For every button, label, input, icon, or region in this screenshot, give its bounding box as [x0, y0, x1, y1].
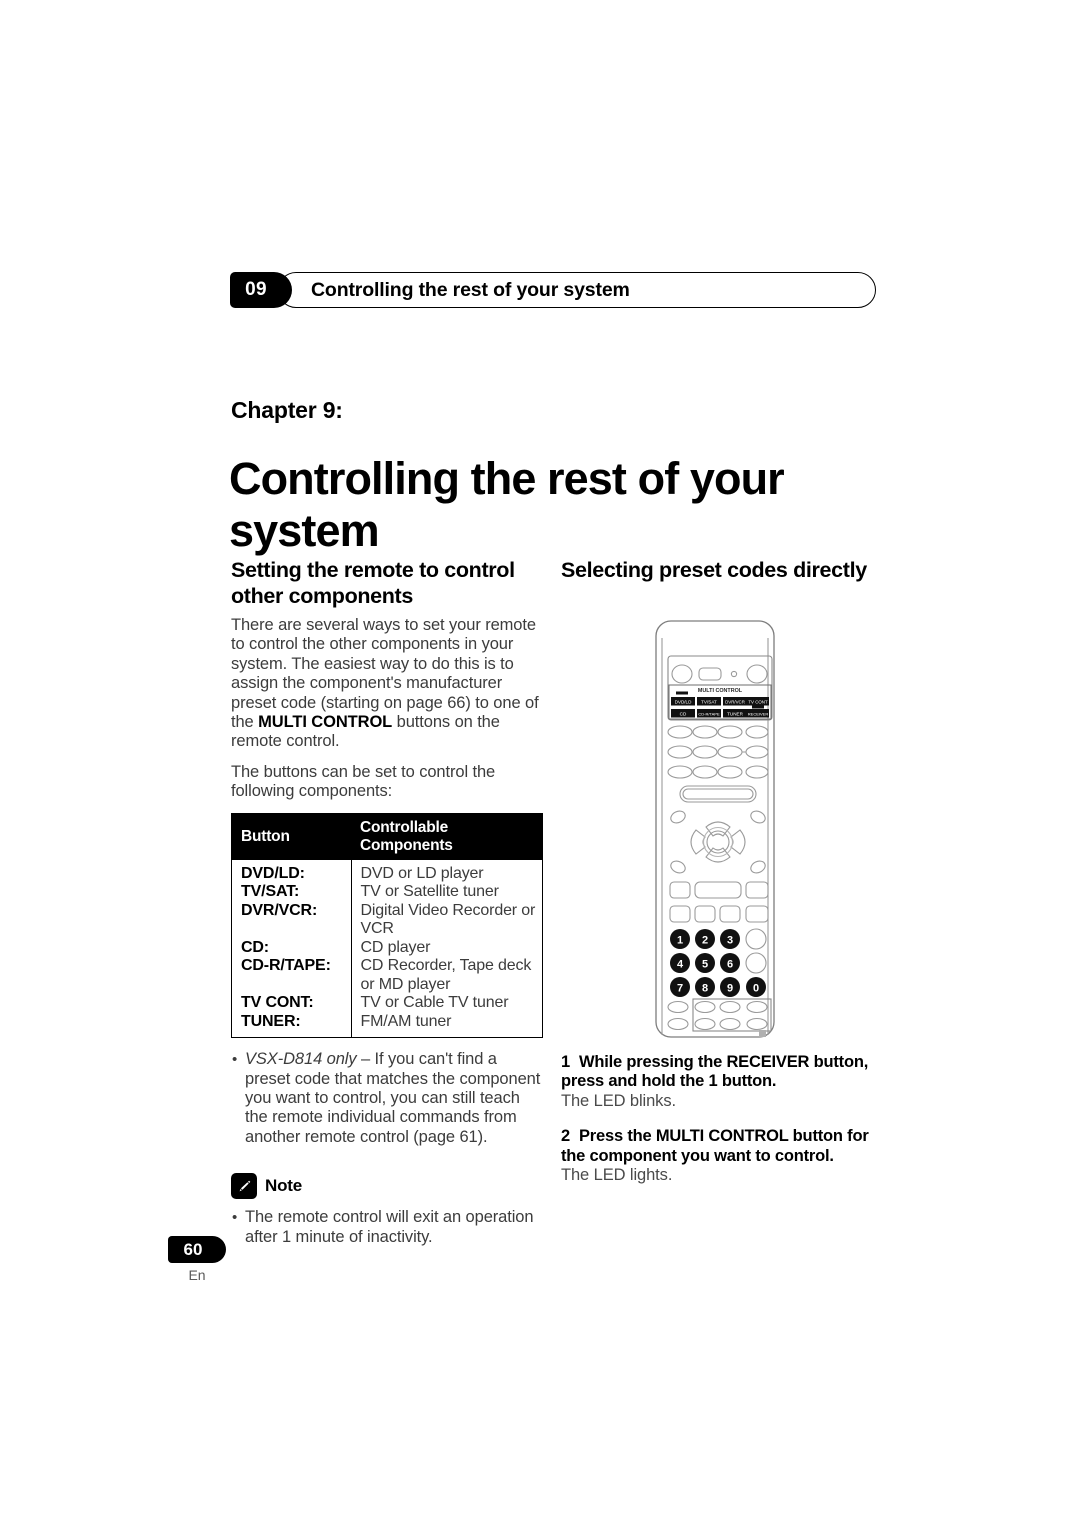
- table-cell-components: DVD or LD player: [360, 864, 484, 882]
- table-cell-button: CD-R/TAPE:: [231, 957, 352, 995]
- left-column: Setting the remote to control other comp…: [231, 557, 543, 1251]
- step-2-result: The LED lights.: [561, 1166, 673, 1185]
- running-header: 09 Controlling the rest of your system: [230, 272, 876, 308]
- remote-button-dvd-ld: DVD/LD: [675, 699, 693, 704]
- keypad-key-7: 7: [677, 983, 683, 995]
- table-header-button: Button: [231, 813, 351, 860]
- remote-button-cd-r-tape: CD-R/TAPE: [698, 711, 720, 716]
- remote-button-receiver: RECEIVER: [748, 711, 769, 716]
- table-cell-components: FM/AM tuner: [360, 1012, 452, 1030]
- step-2-instruction: 2 Press the MULTI CONTROL button for the …: [561, 1127, 877, 1166]
- table-body: DVD/LD: DVD or LD player TV/SAT: TV or S…: [231, 859, 543, 1038]
- remote-button-cd: CD: [680, 711, 687, 716]
- table-cell-button: TUNER:: [231, 1012, 352, 1038]
- section-heading-selecting-preset-codes: Selecting preset codes directly: [561, 558, 867, 582]
- table-cell-button: TV CONT:: [231, 994, 352, 1013]
- table-row: TV/SAT: TV or Satellite tuner: [231, 883, 543, 902]
- keypad-key-3: 3: [727, 935, 733, 947]
- multi-control-emphasis: MULTI CONTROL: [258, 713, 393, 732]
- note-label: Note: [265, 1176, 302, 1196]
- page-language-code: En: [188, 1267, 206, 1283]
- remote-numeric-keypad: 1 2 3 4 5 6 7 8 9 0: [670, 928, 767, 997]
- step-1-result: The LED blinks.: [561, 1091, 676, 1110]
- keypad-key-1: 1: [677, 935, 683, 947]
- running-header-title: Controlling the rest of your system: [311, 278, 630, 301]
- step-2-text: Press the MULTI CONTROL button for the c…: [561, 1127, 869, 1165]
- table-row: CD: CD player: [231, 938, 543, 958]
- table-cell-button: TV/SAT:: [231, 883, 352, 902]
- remote-button-tv-sat: TV/SAT: [701, 699, 717, 704]
- keypad-key-8: 8: [702, 983, 708, 995]
- keypad-key-2: 2: [702, 935, 708, 947]
- table-cell-components: TV or Satellite tuner: [360, 883, 499, 901]
- table-header-row: Button Controllable Components: [231, 813, 543, 860]
- running-header-pill: Controlling the rest of your system: [278, 272, 876, 308]
- table-row: TUNER: FM/AM tuner: [231, 1012, 543, 1038]
- step-1: 1 While pressing the RECEIVER button, pre…: [561, 1053, 877, 1111]
- table-cell-components: CD player: [360, 938, 431, 956]
- keypad-key-6: 6: [727, 959, 733, 971]
- chapter-label: Chapter 9:: [231, 397, 343, 423]
- indicator-bar-left: [676, 691, 688, 695]
- table-cell-button: CD:: [231, 938, 352, 958]
- table-header: Button Controllable Components: [231, 813, 543, 860]
- list-item: VSX-D814 only – If you can't find a pres…: [231, 1050, 543, 1147]
- model-name-emphasis: VSX-D814 only: [245, 1050, 357, 1069]
- table-row: DVD/LD: DVD or LD player: [231, 859, 543, 884]
- remote-button-tv-cont: TV CONT: [748, 699, 768, 704]
- remote-button-dvr-vcr: DVR/VCR: [725, 699, 745, 704]
- page-title: Controlling the rest of your system: [229, 453, 785, 557]
- table-row: TV CONT: TV or Cable TV tuner: [231, 994, 543, 1013]
- keypad-key-4: 4: [677, 959, 684, 971]
- note-block: Note: [231, 1173, 543, 1200]
- table-cell-components: Digital Video Recorder or VCR: [360, 901, 536, 938]
- keypad-key-5: 5: [702, 959, 708, 971]
- remote-control-illustration: MULTI CONTROL DVD/LD TV/SAT DVR/VCR TV C…: [633, 614, 813, 1044]
- setting-remote-paragraph-1: There are several ways to set your remot…: [231, 616, 543, 752]
- section-heading-setting-remote: Setting the remote to control other comp…: [231, 558, 515, 608]
- page-number-badge: 60: [168, 1236, 226, 1263]
- table-header-components: Controllable Components: [351, 813, 543, 860]
- preset-code-bullet-list: VSX-D814 only – If you can't find a pres…: [231, 1050, 543, 1147]
- page-footer: 60 En: [168, 1236, 288, 1283]
- table-row: DVR/VCR: Digital Video Recorder or VCR: [231, 901, 543, 939]
- keypad-key-9: 9: [727, 983, 733, 995]
- multi-control-label: MULTI CONTROL: [698, 688, 743, 694]
- pencil-note-icon: [231, 1173, 257, 1200]
- indicator-bar-right: [752, 705, 764, 709]
- table-cell-button: DVR/VCR:: [231, 901, 352, 939]
- step-1-instruction: 1 While pressing the RECEIVER button, pre…: [561, 1053, 877, 1092]
- table-cell-components: TV or Cable TV tuner: [360, 994, 509, 1012]
- right-column: Selecting preset codes directly: [561, 557, 875, 590]
- procedure-steps: 1 While pressing the RECEIVER button, pre…: [561, 1053, 877, 1185]
- step-1-text: While pressing the RECEIVER button, pres…: [561, 1053, 869, 1091]
- remote-button-tuner: TUNER: [727, 711, 744, 716]
- table-cell-components: CD Recorder, Tape deck or MD player: [360, 957, 532, 993]
- controllable-components-table: Button Controllable Components DVD/LD: D…: [231, 812, 543, 1039]
- step-1-number: 1: [561, 1053, 570, 1071]
- brand-logo-mark: [759, 1030, 766, 1037]
- step-2-number: 2: [561, 1127, 570, 1146]
- table-cell-button: DVD/LD:: [231, 859, 352, 884]
- table-row: CD-R/TAPE: CD Recorder, Tape deck or MD …: [231, 957, 543, 995]
- keypad-key-0: 0: [753, 983, 759, 995]
- setting-remote-paragraph-2: The buttons can be set to control the fo…: [231, 762, 496, 801]
- step-2: 2 Press the MULTI CONTROL button for the …: [561, 1127, 877, 1185]
